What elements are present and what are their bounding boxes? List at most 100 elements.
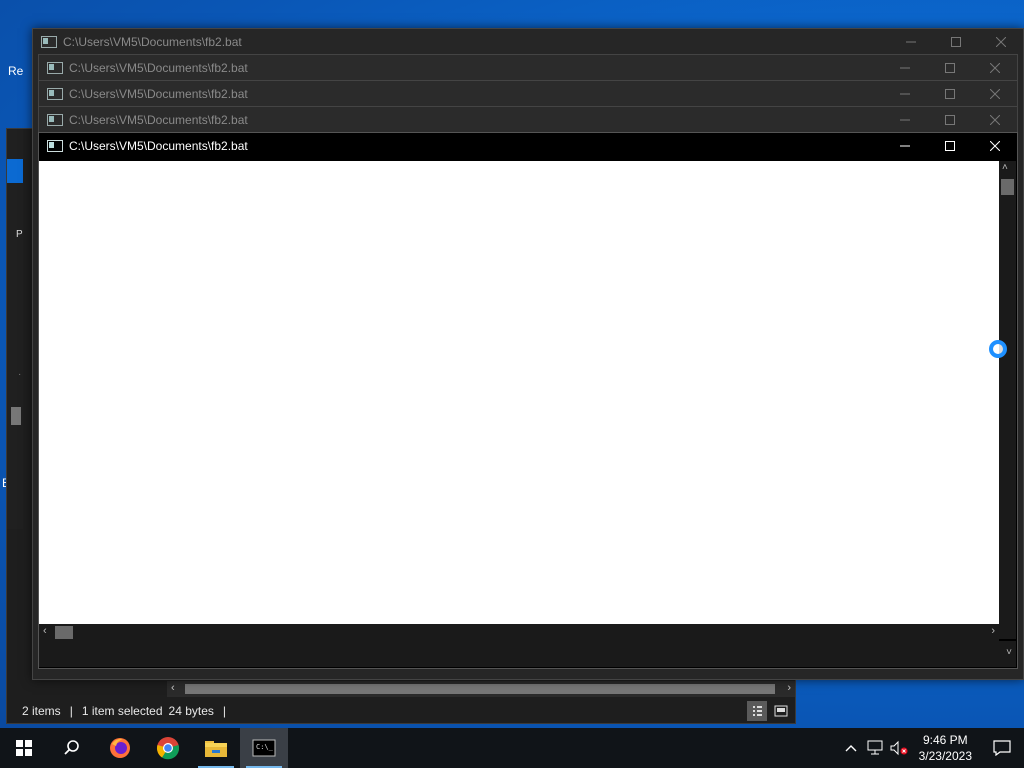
show-hidden-icons-button[interactable]	[839, 728, 863, 768]
explorer-horizontal-scrollbar[interactable]: ‹ ›	[167, 681, 795, 697]
close-icon	[989, 141, 1000, 151]
scroll-up-arrow-icon[interactable]: ˄	[1002, 162, 1008, 173]
scroll-thumb[interactable]	[1001, 179, 1014, 195]
scroll-thumb[interactable]	[185, 684, 775, 694]
cmd-window-4[interactable]: C:\Users\VM5\Documents\fb2.bat	[38, 106, 1018, 134]
window-controls	[882, 55, 1017, 81]
selection-size: 24 bytes	[168, 704, 214, 718]
window-title: C:\Users\VM5\Documents\fb2.bat	[69, 139, 248, 153]
volume-button[interactable]	[887, 728, 911, 768]
window-controls	[882, 133, 1017, 159]
taskbar-command-prompt[interactable]: C:\_	[240, 728, 288, 768]
details-view-icon	[753, 706, 762, 716]
notification-icon	[993, 740, 1011, 756]
search-button[interactable]	[48, 728, 96, 768]
maximize-button[interactable]	[927, 81, 972, 107]
nav-fragment: ·	[18, 369, 22, 380]
minimize-icon	[899, 145, 910, 147]
close-button[interactable]	[972, 107, 1017, 133]
search-icon	[64, 740, 79, 755]
minimize-icon	[899, 119, 910, 121]
vertical-scrollbar[interactable]: ˄	[999, 161, 1016, 639]
svg-text:C:\_: C:\_	[256, 743, 274, 751]
nav-scroll-thumb[interactable]	[11, 407, 21, 425]
scroll-right-arrow-icon[interactable]: ›	[787, 682, 791, 694]
window-title: C:\Users\VM5\Documents\fb2.bat	[63, 35, 242, 49]
minimize-button[interactable]	[882, 133, 927, 159]
console-bottom-area: ˅	[39, 641, 1016, 667]
taskbar-firefox[interactable]	[96, 728, 144, 768]
window-controls	[882, 107, 1017, 133]
status-separator: |	[222, 704, 227, 718]
nav-fragment: P	[16, 229, 23, 240]
taskbar-file-explorer[interactable]	[192, 728, 240, 768]
close-icon	[989, 115, 1000, 125]
close-icon	[989, 89, 1000, 99]
firefox-icon	[110, 738, 130, 758]
clock-time: 9:46 PM	[922, 733, 968, 747]
action-center-button[interactable]	[980, 728, 1024, 768]
cmd-app-icon	[47, 114, 63, 126]
maximize-button[interactable]	[927, 107, 972, 133]
selection-count: 1 item selected	[81, 704, 163, 718]
scroll-thumb[interactable]	[55, 626, 73, 639]
title-bar[interactable]: C:\Users\VM5\Documents\fb2.bat	[39, 133, 1017, 159]
close-button[interactable]	[972, 55, 1017, 81]
window-controls	[888, 29, 1023, 55]
minimize-icon	[899, 93, 910, 95]
folder-icon	[205, 741, 227, 757]
close-button[interactable]	[972, 133, 1017, 159]
start-button[interactable]	[0, 728, 48, 768]
minimize-button[interactable]	[882, 81, 927, 107]
minimize-button[interactable]	[882, 107, 927, 133]
close-icon	[989, 63, 1000, 73]
scroll-right-arrow-icon[interactable]: ›	[991, 625, 995, 637]
close-button[interactable]	[978, 29, 1023, 55]
window-controls	[882, 81, 1017, 107]
explorer-status-bar: 2 items | 1 item selected 24 bytes |	[7, 699, 795, 723]
minimize-button[interactable]	[888, 29, 933, 55]
close-button[interactable]	[972, 81, 1017, 107]
scroll-left-arrow-icon[interactable]: ‹	[43, 625, 47, 637]
volume-muted-icon	[890, 740, 908, 756]
maximize-button[interactable]	[927, 133, 972, 159]
window-title: C:\Users\VM5\Documents\fb2.bat	[69, 61, 248, 75]
desktop-icon-label[interactable]: Re	[8, 64, 23, 78]
console-output-area[interactable]	[39, 161, 999, 624]
window-title: C:\Users\VM5\Documents\fb2.bat	[69, 113, 248, 127]
maximize-icon	[944, 115, 955, 125]
chrome-icon	[156, 737, 180, 760]
maximize-icon	[944, 141, 955, 151]
cmd-window-2[interactable]: C:\Users\VM5\Documents\fb2.bat	[38, 54, 1018, 82]
horizontal-scrollbar[interactable]: ‹ ›	[39, 624, 999, 641]
cmd-window-3[interactable]: C:\Users\VM5\Documents\fb2.bat	[38, 80, 1018, 108]
cmd-app-icon	[41, 36, 57, 48]
maximize-icon	[950, 37, 961, 47]
cmd-app-icon	[47, 88, 63, 100]
clock[interactable]: 9:46 PM 3/23/2023	[911, 732, 980, 764]
taskbar: C:\_ 9:46 PM 3/23/2023	[0, 728, 1024, 768]
selected-nav-item[interactable]	[7, 159, 23, 183]
title-bar[interactable]: C:\Users\VM5\Documents\fb2.bat	[33, 29, 1023, 55]
chevron-up-icon	[845, 745, 857, 752]
large-icons-view-button[interactable]	[771, 701, 791, 721]
navigation-pane: P ·	[7, 129, 23, 529]
network-status-button[interactable]	[863, 728, 887, 768]
item-count: 2 items	[22, 704, 61, 718]
cmd-window-active[interactable]: C:\Users\VM5\Documents\fb2.bat ˄ ‹ › ˅	[38, 132, 1018, 669]
minimize-icon	[899, 67, 910, 69]
windows-logo-icon	[16, 740, 32, 756]
maximize-button[interactable]	[933, 29, 978, 55]
close-icon	[995, 37, 1006, 47]
details-view-button[interactable]	[747, 701, 767, 721]
scroll-left-arrow-icon[interactable]: ‹	[171, 682, 175, 694]
window-title: C:\Users\VM5\Documents\fb2.bat	[69, 87, 248, 101]
title-bar[interactable]: C:\Users\VM5\Documents\fb2.bat	[39, 107, 1017, 133]
scroll-down-arrow-icon[interactable]: ˅	[1006, 647, 1012, 658]
title-bar[interactable]: C:\Users\VM5\Documents\fb2.bat	[39, 55, 1017, 81]
title-bar[interactable]: C:\Users\VM5\Documents\fb2.bat	[39, 81, 1017, 107]
maximize-button[interactable]	[927, 55, 972, 81]
taskbar-chrome[interactable]	[144, 728, 192, 768]
cmd-app-icon	[47, 62, 63, 74]
minimize-button[interactable]	[882, 55, 927, 81]
